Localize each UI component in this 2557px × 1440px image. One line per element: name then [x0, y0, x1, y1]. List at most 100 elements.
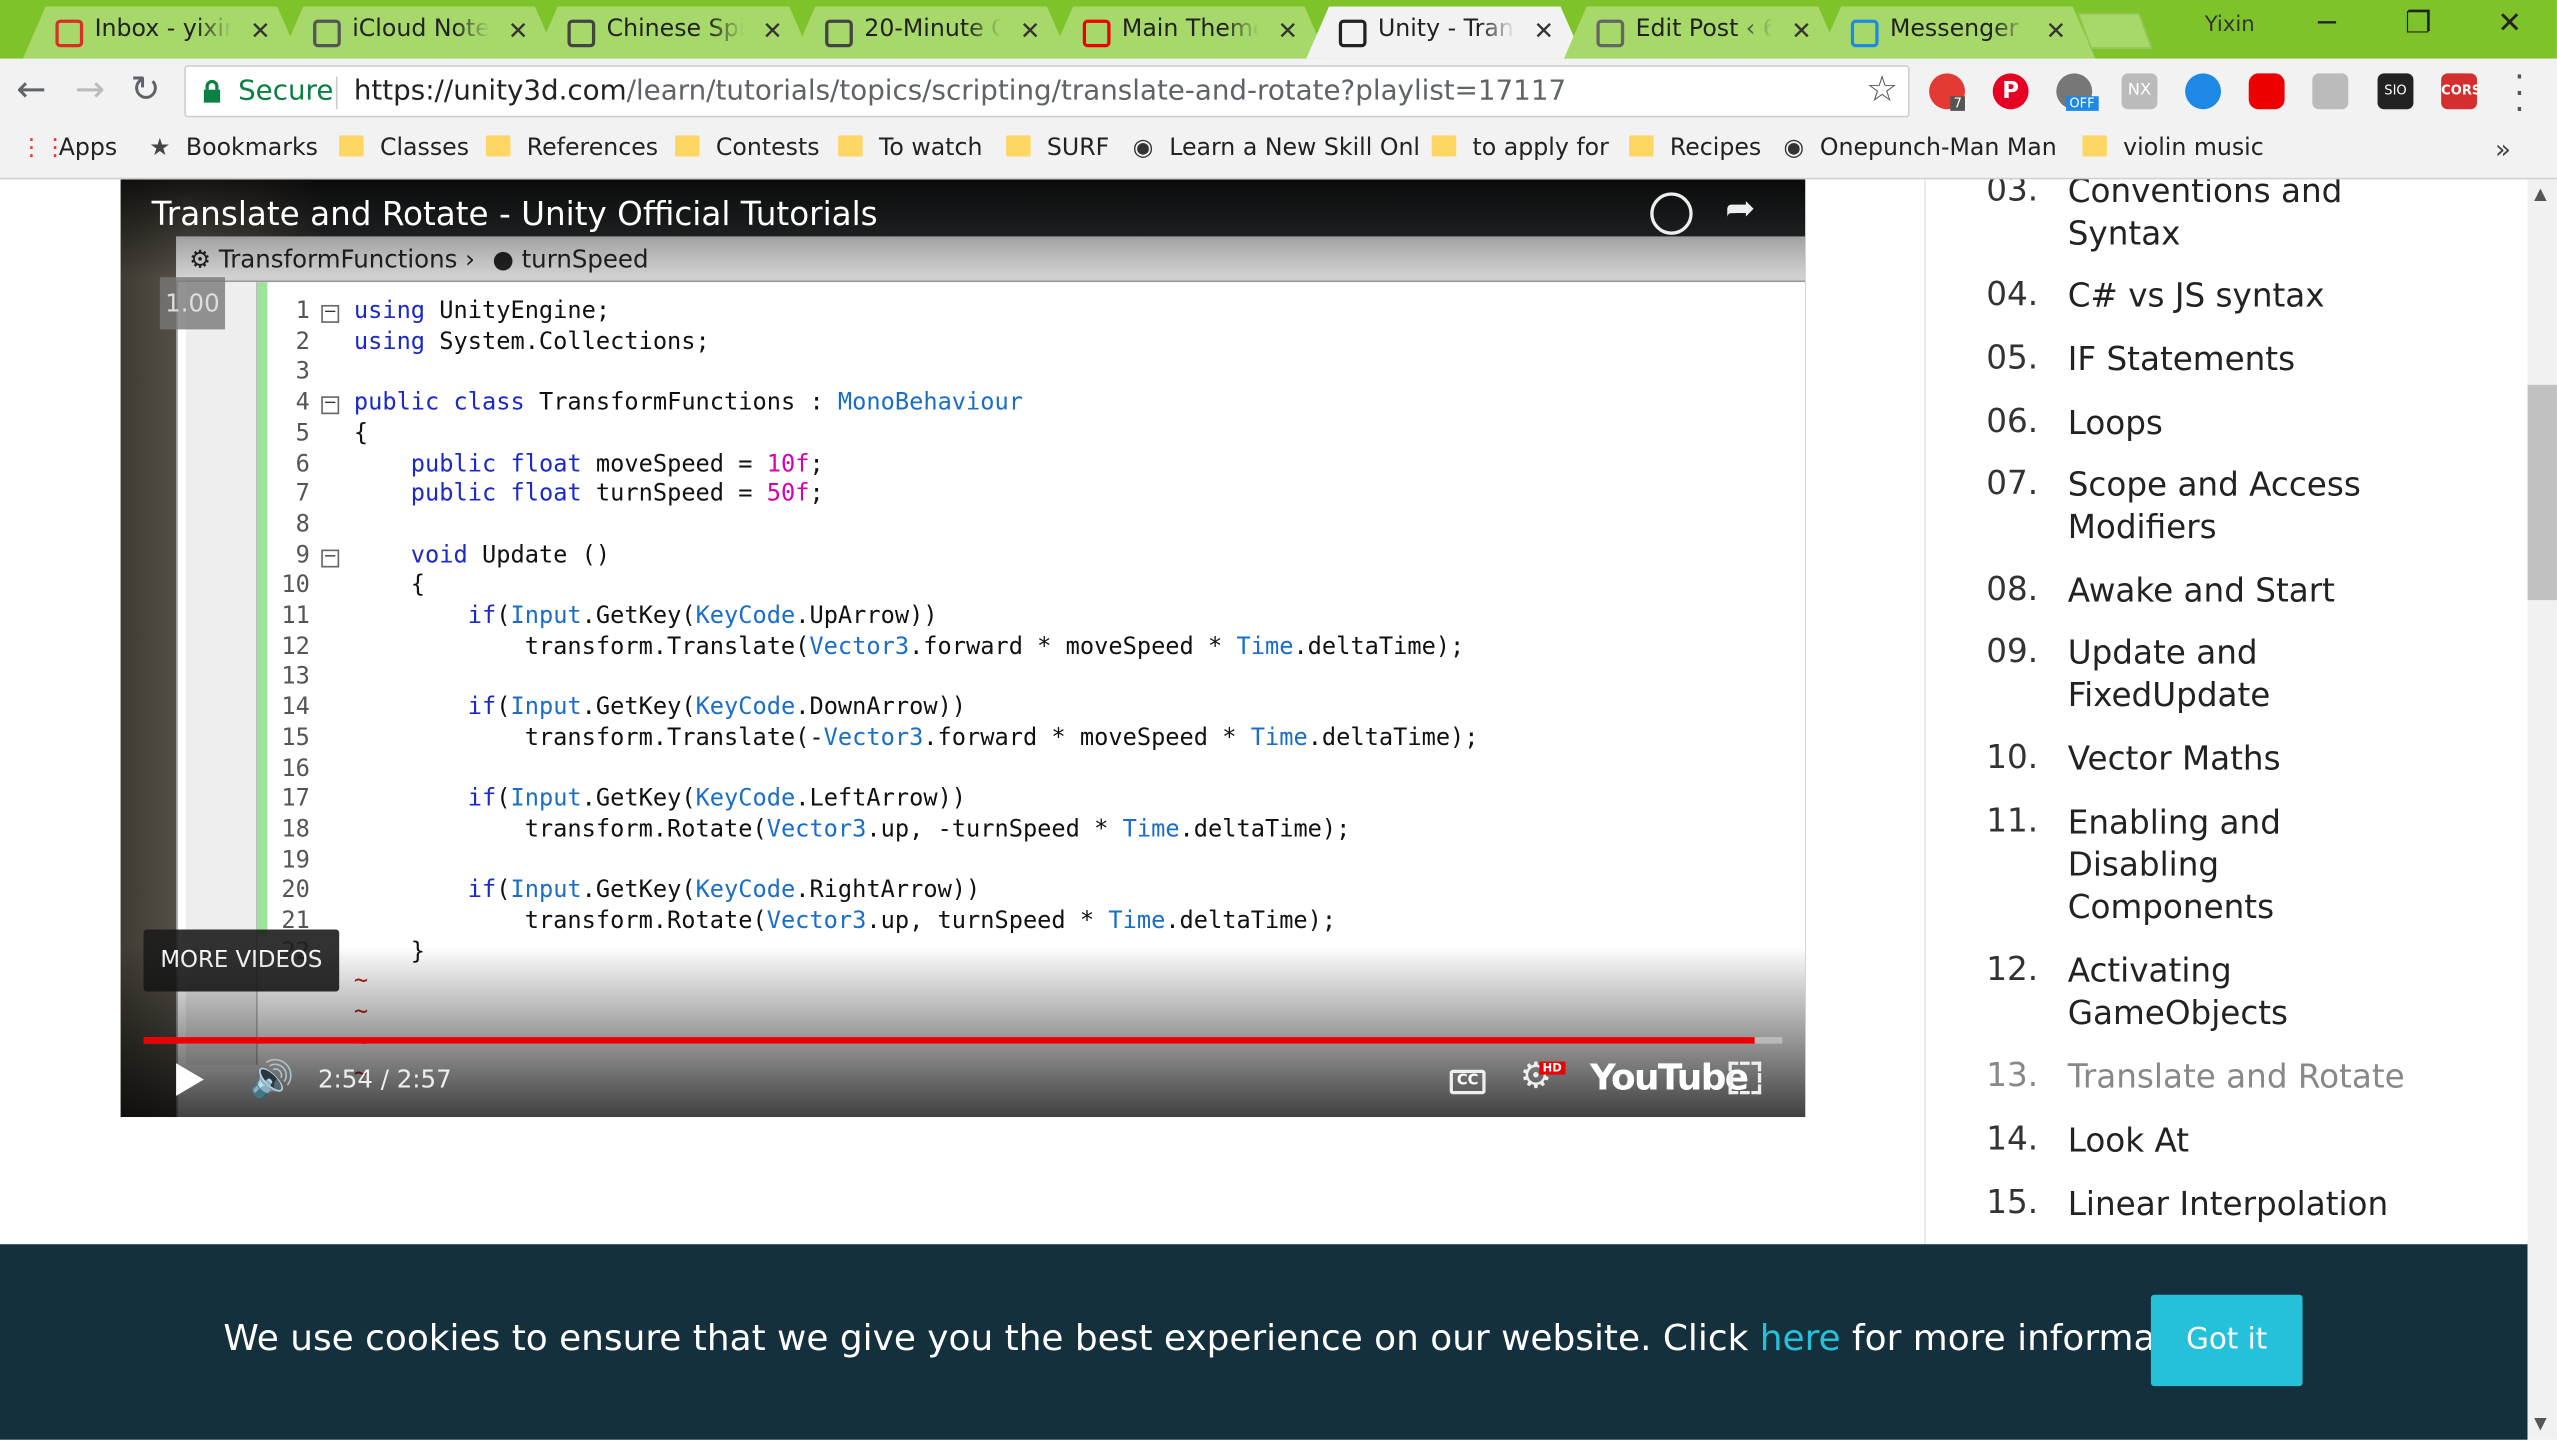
bookmark-10[interactable]: ◉ Onepunch-Man Man: [1781, 135, 2056, 168]
scroll-down-icon[interactable]: ▼: [2534, 1415, 2547, 1433]
tab-close-icon[interactable]: ✕: [1534, 16, 1555, 45]
playlist-item-number: 12.: [1986, 949, 2039, 989]
bookmark-0[interactable]: ⋮⋮Apps: [20, 135, 118, 168]
pinterest-icon[interactable]: P: [1992, 73, 2029, 110]
bookmark-5[interactable]: To watch: [838, 135, 982, 168]
tab-close-icon[interactable]: ✕: [1020, 16, 1041, 45]
video-title[interactable]: Translate and Rotate - Unity Official Tu…: [152, 194, 878, 233]
captions-icon[interactable]: CC: [1449, 1069, 1486, 1095]
secure-label: Secure: [238, 75, 334, 108]
cookie-banner: We use cookies to ensure that we give yo…: [0, 1244, 2528, 1440]
volume-icon[interactable]: 🔊: [249, 1060, 294, 1101]
tab-title: Edit Post ‹ 60: [1635, 16, 1756, 43]
bookmark-8[interactable]: to apply for: [1431, 135, 1609, 168]
address-bar[interactable]: Secure https://unity3d.com/learn/tutoria…: [184, 65, 1910, 118]
tab-2[interactable]: Chinese Spic ✕: [535, 7, 812, 59]
extension-sun-icon[interactable]: [2185, 73, 2222, 110]
page-scrollbar[interactable]: ▲ ▼: [2527, 179, 2557, 1440]
line-number: 10: [281, 572, 310, 599]
restore-icon[interactable]: ❐: [2381, 7, 2456, 41]
fullscreen-icon[interactable]: [1728, 1061, 1762, 1095]
playlist-item-label[interactable]: Translate and Rotate: [2068, 1055, 2427, 1097]
tab-3[interactable]: 20-Minute C ✕: [793, 7, 1070, 59]
line-number: 15: [281, 725, 310, 752]
share-icon[interactable]: ➦: [1725, 189, 1755, 230]
fold-toggle-icon[interactable]: −: [321, 548, 340, 567]
playlist-item-label[interactable]: Enabling and Disabling Components: [2068, 801, 2427, 928]
tab-6[interactable]: Edit Post ‹ 60 ✕: [1564, 7, 1841, 59]
tab-1[interactable]: iCloud Notes ✕: [280, 7, 557, 59]
url-text[interactable]: https://unity3d.com/learn/tutorials/topi…: [354, 75, 1566, 108]
new-tab-button[interactable]: [2077, 13, 2153, 49]
playlist-item-label[interactable]: Linear Interpolation: [2068, 1182, 2427, 1224]
bookmark-1[interactable]: ★ Bookmarks: [147, 135, 318, 168]
tab-close-icon[interactable]: ✕: [2046, 16, 2067, 45]
scrollbar-thumb[interactable]: [2527, 384, 2557, 601]
watch-later-icon[interactable]: [1650, 192, 1693, 235]
progress-bar[interactable]: [143, 1037, 1783, 1044]
bookmark-6[interactable]: SURF: [1006, 135, 1109, 168]
playlist-sidebar: 03. Conventions and Syntax 04. C# vs JS syn…: [1924, 179, 2527, 1256]
bookmark-label: Contests: [715, 135, 820, 162]
youtube-logo[interactable]: YouTube: [1590, 1058, 1749, 1099]
playlist-item-label[interactable]: Vector Maths: [2068, 737, 2427, 779]
line-number: 6: [295, 450, 310, 477]
play-icon[interactable]: [176, 1063, 204, 1096]
playlist-item-label[interactable]: Loops: [2068, 401, 2427, 443]
extension-adblock-icon[interactable]: 7: [1929, 73, 1966, 111]
line-number: 1: [295, 298, 310, 325]
playlist-item-number: 04.: [1986, 273, 2039, 314]
tab-5[interactable]: Unity - Trans ✕: [1306, 7, 1583, 59]
fold-toggle-icon[interactable]: −: [321, 304, 340, 323]
scroll-up-icon[interactable]: ▲: [2534, 186, 2547, 204]
tab-close-icon[interactable]: ✕: [508, 16, 529, 45]
playlist-item-label[interactable]: Update and FixedUpdate: [2068, 631, 2427, 716]
video-player[interactable]: ⚙ TransformFunctions › ● turnSpeed 1−usi…: [120, 179, 1806, 1118]
tab-close-icon[interactable]: ✕: [1278, 16, 1299, 45]
bookmark-3[interactable]: References: [485, 135, 658, 168]
tab-title: iCloud Notes: [352, 16, 490, 43]
cookie-info-link[interactable]: here: [1760, 1319, 1841, 1360]
tab-close-icon[interactable]: ✕: [1791, 16, 1812, 45]
code-line: using UnityEngine;: [353, 298, 611, 325]
close-window-icon[interactable]: ✕: [2472, 7, 2547, 41]
line-number: 19: [281, 847, 310, 874]
playlist-item-label[interactable]: IF Statements: [2068, 338, 2427, 380]
youtube-icon: [1083, 20, 1111, 48]
forward-icon[interactable]: →: [75, 71, 105, 111]
bookmark-label: Recipes: [1669, 135, 1762, 162]
playlist-item-label[interactable]: Conventions and Syntax: [2068, 179, 2427, 254]
playlist-item-label[interactable]: Activating GameObjects: [2068, 949, 2427, 1034]
bookmark-9[interactable]: Recipes: [1629, 135, 1761, 168]
bookmark-label: Classes: [379, 135, 470, 162]
got-it-button[interactable]: Got it: [2150, 1294, 2303, 1387]
browser-menu-icon[interactable]: · · ·: [2511, 60, 2527, 125]
tab-7[interactable]: Messenger ✕: [1818, 7, 2095, 59]
more-bookmarks-icon[interactable]: »: [2495, 134, 2511, 165]
extension-cors-icon[interactable]: CORS: [2441, 73, 2481, 110]
tab-0[interactable]: Inbox - yixinl ✕: [23, 7, 300, 59]
messenger-icon: [1851, 20, 1879, 48]
extension-sio-icon[interactable]: SIO: [2377, 73, 2414, 110]
bookmark-4[interactable]: Contests: [675, 135, 820, 168]
extension-css-icon[interactable]: [2312, 73, 2349, 110]
playlist-item-label[interactable]: Look At: [2068, 1119, 2427, 1161]
reload-icon[interactable]: ↻: [130, 71, 160, 111]
bookmark-2[interactable]: Classes: [339, 135, 469, 168]
bookmark-11[interactable]: violin music: [2082, 135, 2264, 168]
profile-name[interactable]: Yixin: [2205, 13, 2255, 37]
extension-off-icon[interactable]: OFF: [2056, 73, 2098, 111]
tab-4[interactable]: Main Theme ✕: [1050, 7, 1327, 59]
tab-close-icon[interactable]: ✕: [250, 16, 271, 45]
back-icon[interactable]: ←: [16, 71, 46, 111]
bookmark-7[interactable]: ◉ Learn a New Skill Onl: [1130, 135, 1420, 168]
minimize-icon[interactable]: ─: [2290, 7, 2365, 41]
tab-close-icon[interactable]: ✕: [762, 16, 783, 45]
playlist-item-label[interactable]: Awake and Start: [2068, 569, 2427, 611]
bookmark-star-icon[interactable]: ☆: [1866, 70, 1898, 111]
playlist-item-label[interactable]: Scope and Access Modifiers: [2068, 463, 2427, 548]
extension-youtube-icon[interactable]: [2248, 73, 2285, 110]
playlist-item-label[interactable]: C# vs JS syntax: [2068, 274, 2427, 316]
fold-toggle-icon[interactable]: −: [321, 396, 340, 415]
extension-nx-icon[interactable]: NX: [2121, 73, 2158, 110]
